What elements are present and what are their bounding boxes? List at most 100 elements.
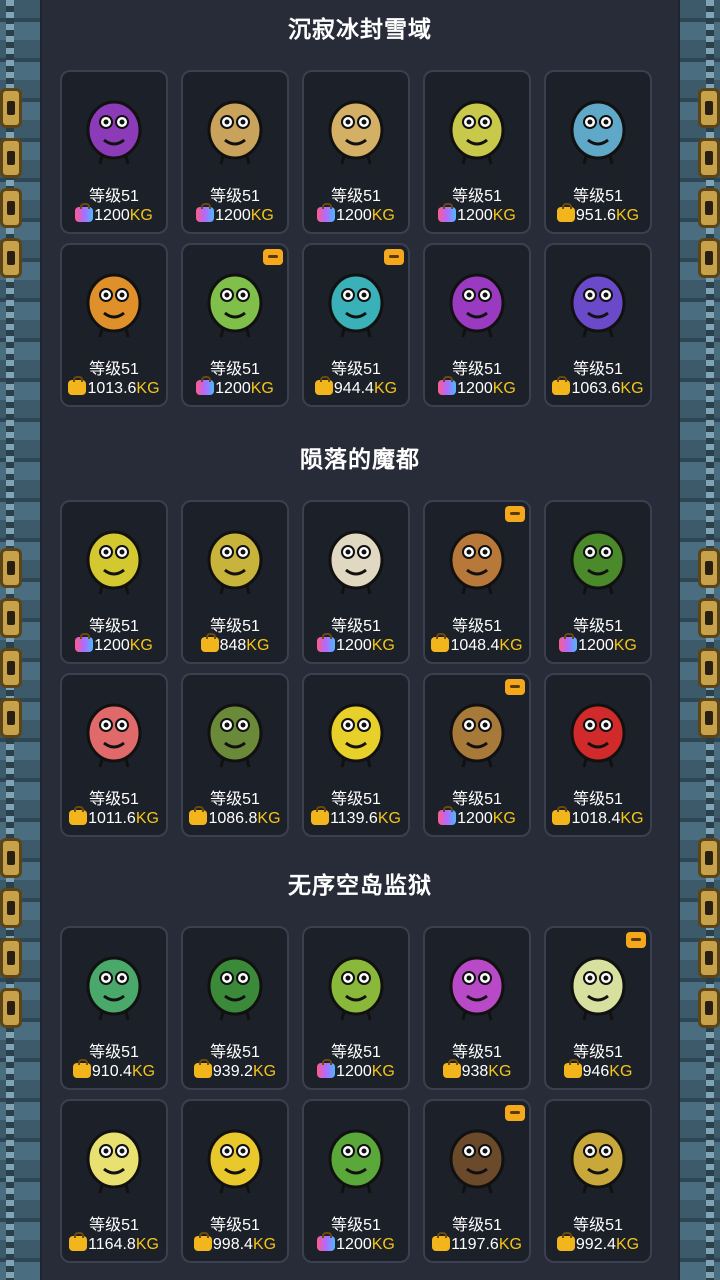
weight-value: 1164.8 bbox=[88, 1236, 136, 1253]
weight-unit: KG bbox=[615, 207, 640, 224]
creature-card[interactable]: 等级51 1200KG bbox=[60, 70, 168, 234]
creature-card[interactable]: 等级51 1200KG bbox=[181, 243, 289, 407]
lips-creature-icon bbox=[560, 685, 636, 769]
rainbow-weight-bag-icon bbox=[438, 376, 457, 395]
rainbow-weight-bag-icon bbox=[317, 1059, 336, 1078]
snake-hair-creature-icon bbox=[318, 1111, 394, 1195]
bubble-jellyfish-creature-icon bbox=[318, 255, 394, 339]
weight-unit: KG bbox=[371, 1236, 395, 1253]
creature-level: 等级51 bbox=[210, 618, 260, 635]
creature-level: 等级51 bbox=[210, 361, 260, 378]
special-badge-icon bbox=[505, 679, 525, 695]
weight-row: 1200KG bbox=[425, 376, 529, 398]
creature-level: 等级51 bbox=[210, 188, 260, 205]
weight-value: 946 bbox=[582, 1063, 610, 1080]
creature-card[interactable]: 等级51 1011.6KG bbox=[60, 673, 168, 837]
creature-card[interactable]: 等级51 1164.8KG bbox=[60, 1099, 168, 1263]
grape-head-creature-icon bbox=[560, 255, 636, 339]
weight-value: 1139.6 bbox=[330, 810, 378, 827]
weight-row: 1200KG bbox=[62, 633, 166, 655]
weight-row: 1200KG bbox=[304, 203, 408, 225]
weight-row: 1164.8KG bbox=[62, 1232, 166, 1254]
creature-card[interactable]: 等级51 1086.8KG bbox=[181, 673, 289, 837]
weight-row: 939.2KG bbox=[183, 1059, 287, 1081]
weight-row: 1200KG bbox=[425, 203, 529, 225]
creature-card[interactable]: 等级51 1200KG bbox=[181, 70, 289, 234]
weight-value: 1200 bbox=[215, 380, 251, 397]
creature-level: 等级51 bbox=[210, 1044, 260, 1061]
gold-weight-bag-icon bbox=[69, 806, 88, 825]
leek-creature-icon bbox=[197, 255, 273, 339]
rail-knob bbox=[0, 888, 22, 928]
creature-card[interactable]: 等级51 910.4KG bbox=[60, 926, 168, 1090]
leafy-bird-creature-icon bbox=[439, 82, 515, 166]
creature-card[interactable]: 等级51 848KG bbox=[181, 500, 289, 664]
creature-card[interactable]: 等级51 1200KG bbox=[544, 500, 652, 664]
weight-unit: KG bbox=[371, 1063, 395, 1080]
rail-knob bbox=[0, 188, 22, 228]
collection-panel: 沉寂冰封雪域 等级51 1200KG 等级51 1200KG 等级51 1200KG 等级5… bbox=[42, 0, 678, 1280]
weight-row: 1013.6KG bbox=[62, 376, 166, 398]
weight-unit: KG bbox=[492, 380, 516, 397]
sprout-creature-icon bbox=[318, 938, 394, 1022]
weight-row: 848KG bbox=[183, 633, 287, 655]
weight-unit: KG bbox=[135, 1236, 159, 1253]
gold-weight-bag-icon bbox=[193, 1232, 212, 1251]
creature-level: 等级51 bbox=[89, 618, 139, 635]
gold-weight-bag-icon bbox=[200, 633, 219, 652]
creature-card[interactable]: 等级51 992.4KG bbox=[544, 1099, 652, 1263]
creature-card[interactable]: 等级51 1200KG bbox=[60, 500, 168, 664]
creature-card[interactable]: 等级51 1139.6KG bbox=[302, 673, 410, 837]
weight-row: 1200KG bbox=[425, 806, 529, 828]
creature-card[interactable]: 等级51 944.4KG bbox=[302, 243, 410, 407]
weight-value: 910.4 bbox=[91, 1063, 132, 1080]
creature-card[interactable]: 等级51 998.4KG bbox=[181, 1099, 289, 1263]
weight-value: 938 bbox=[461, 1063, 489, 1080]
weight-row: 1200KG bbox=[304, 1232, 408, 1254]
creature-card[interactable]: 等级51 1013.6KG bbox=[60, 243, 168, 407]
gold-weight-bag-icon bbox=[72, 1059, 91, 1078]
creature-card[interactable]: 等级51 951.6KG bbox=[544, 70, 652, 234]
weight-unit: KG bbox=[371, 207, 395, 224]
weight-value: 951.6 bbox=[575, 207, 616, 224]
peach-creature-icon bbox=[76, 685, 152, 769]
weight-unit: KG bbox=[252, 1236, 277, 1253]
creature-card[interactable]: 等级51 1048.4KG bbox=[423, 500, 531, 664]
creature-level: 等级51 bbox=[573, 1044, 623, 1061]
creature-card[interactable]: 等级51 939.2KG bbox=[181, 926, 289, 1090]
creature-card[interactable]: 等级51 1063.6KG bbox=[544, 243, 652, 407]
gold-weight-bag-icon bbox=[552, 376, 571, 395]
creature-level: 等级51 bbox=[452, 791, 502, 808]
creature-card[interactable]: 等级51 938KG bbox=[423, 926, 531, 1090]
weight-unit: KG bbox=[246, 637, 270, 654]
rail-knob bbox=[0, 988, 22, 1028]
creature-card[interactable]: 等级51 1200KG bbox=[423, 70, 531, 234]
rail-knob bbox=[0, 648, 22, 688]
rail-knob bbox=[0, 598, 22, 638]
section-title: 沉寂冰封雪域 bbox=[288, 16, 432, 42]
rainbow-weight-bag-icon bbox=[75, 203, 94, 222]
rail-knob bbox=[0, 838, 22, 878]
weight-unit: KG bbox=[136, 380, 160, 397]
weight-unit: KG bbox=[252, 1063, 277, 1080]
creature-level: 等级51 bbox=[89, 188, 139, 205]
creature-card[interactable]: 等级51 1018.4KG bbox=[544, 673, 652, 837]
rainbow-weight-bag-icon bbox=[438, 203, 457, 222]
creature-card[interactable]: 等级51 1200KG bbox=[423, 243, 531, 407]
creature-card[interactable]: 等级51 1200KG bbox=[302, 926, 410, 1090]
creature-level: 等级51 bbox=[331, 1044, 381, 1061]
creature-card[interactable]: 等级51 1200KG bbox=[302, 1099, 410, 1263]
creature-card[interactable]: 等级51 946KG bbox=[544, 926, 652, 1090]
section-title: 陨落的魔都 bbox=[300, 446, 420, 472]
horned-frog-creature-icon bbox=[76, 512, 152, 596]
creature-card[interactable]: 等级51 1200KG bbox=[302, 70, 410, 234]
weight-value: 944.4 bbox=[333, 380, 374, 397]
creature-card[interactable]: 等级51 1200KG bbox=[423, 673, 531, 837]
gold-weight-bag-icon bbox=[189, 806, 208, 825]
pear-creature-icon bbox=[76, 255, 152, 339]
weight-row: 1200KG bbox=[183, 376, 287, 398]
creature-card[interactable]: 等级51 1197.6KG bbox=[423, 1099, 531, 1263]
creature-card[interactable]: 等级51 1200KG bbox=[302, 500, 410, 664]
gold-weight-bag-icon bbox=[556, 203, 575, 222]
weight-row: 1063.6KG bbox=[546, 376, 650, 398]
